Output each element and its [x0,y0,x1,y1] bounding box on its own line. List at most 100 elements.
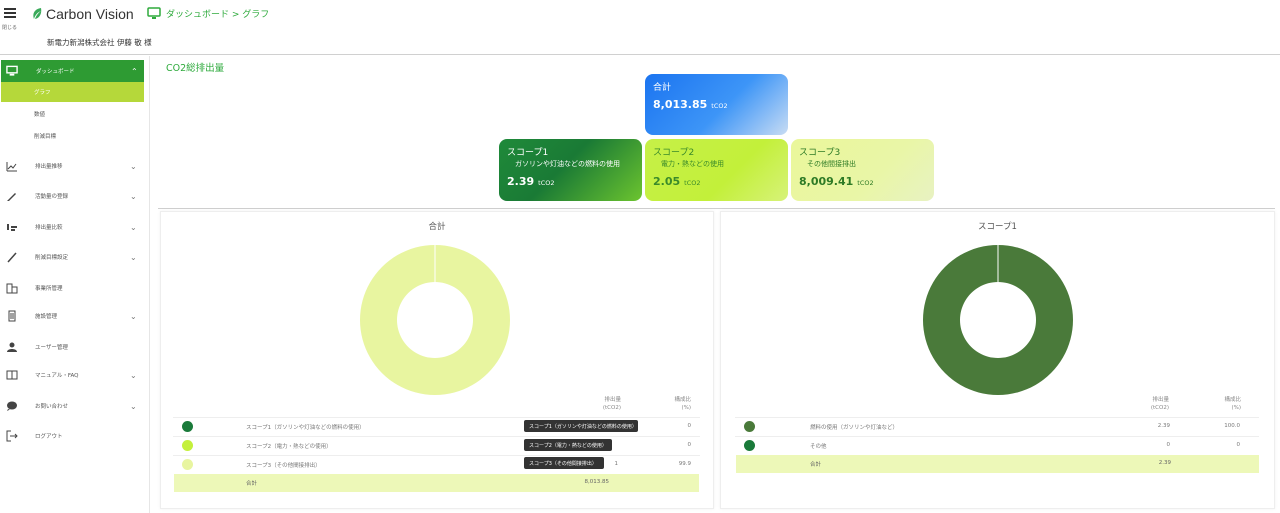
column-header-emission: 排出量 (tCO2) [1129,396,1169,412]
menu-icon-bar [4,12,16,14]
card-unit: tCO2 [684,179,701,187]
total-value: 2.39 [1158,460,1171,466]
chevron-down-icon: ⌄ [130,252,137,262]
legend-dot [744,421,755,432]
logout-icon [6,430,18,442]
breadcrumb: ダッシュボード > グラフ [147,7,269,20]
sidebar-item-label: 活動量の登録 [35,194,69,200]
sidebar-item-contact[interactable]: お問い合わせ ⌄ [0,395,150,417]
sidebar-subitem-values[interactable]: 数値 [1,104,144,124]
sidebar-item-manual[interactable]: マニュアル・FAQ ⌄ [0,364,150,386]
column-header-unit: (tCO2) [1150,405,1169,411]
page-title: CO2総排出量 [166,63,225,74]
scope3-card[interactable]: スコープ3 その他間接排出 8,009.41 tCO2 [791,139,934,201]
chevron-down-icon: ⌄ [130,370,137,380]
column-header-label: 排出量 [1152,397,1169,403]
sidebar-subitem-label: 数値 [34,112,46,118]
row-emission: 2.39 [1157,423,1170,429]
total-row: 合計 2.39 [736,455,1259,473]
book-icon [6,369,18,381]
column-header-label: 構成比 [1224,397,1241,403]
legend-dot [182,459,193,470]
card-unit: tCO2 [857,179,874,187]
line-chart-icon [6,160,18,172]
legend-dot [182,421,193,432]
sidebar-item-label: お問い合わせ [35,404,69,410]
buildings-icon [6,282,18,294]
scope2-card[interactable]: スコープ2 電力・熱などの使用 2.05 tCO2 [645,139,788,201]
organization-name: 新電力新潟株式会社 伊藤 敬 様 [47,38,152,47]
card-subtitle: その他間接排出 [807,160,856,168]
card-value: 2.05 [653,175,681,188]
sidebar-item-dashboard[interactable]: ダッシュボード ⌃ [1,60,144,82]
app-logo[interactable]: Carbon Vision [32,6,134,22]
app-name: Carbon Vision [46,6,134,22]
row-label: その他 [810,444,827,450]
card-subtitle: ガソリンや灯油などの燃料の使用 [515,160,620,168]
total-row: 合計 8,013.85 [174,474,699,492]
card-value: 8,013.85 [653,98,708,111]
table-row[interactable]: スコープ2（電力・熱などの使用） 0 [173,436,700,454]
table-row[interactable]: その他 0 0 [735,436,1259,454]
sidebar-item-comparison[interactable]: 排出量比較 ⌄ [0,216,150,238]
sidebar-subitem-label: グラフ [34,90,51,96]
sidebar-item-offices[interactable]: 事業所管理 [0,277,150,299]
sidebar-item-emission-trend[interactable]: 排出量推移 ⌄ [0,155,150,177]
sidebar-item-activity-input[interactable]: 活動量の登録 ⌄ [0,185,150,207]
chevron-down-icon: ⌄ [130,222,137,232]
chevron-down-icon: ⌄ [130,161,137,171]
sidebar-item-label: 施設管理 [35,314,58,320]
card-title: スコープ2 [653,148,695,158]
sidebar-item-reduction-target[interactable]: 削減目標設定 ⌄ [0,246,150,268]
menu-caption: 閉じる [2,25,18,31]
card-value: 2.39 [507,175,535,188]
total-value: 8,013.85 [584,479,610,485]
section-divider [158,208,1275,209]
chevron-down-icon: ⌄ [130,311,137,321]
row-label: スコープ3（その他間接排出） [246,463,321,469]
top-bar: 閉じる Carbon Vision ダッシュボード > グラフ 新電力新潟株式会… [0,0,1280,55]
sidebar-item-facilities[interactable]: 施設管理 ⌄ [0,305,150,327]
row-ratio: 0 [687,423,692,429]
sidebar-item-logout[interactable]: ログアウト [0,425,150,447]
card-title: スコープ1 [507,148,549,158]
hamburger-menu-button[interactable] [4,6,20,26]
legend-dot [182,440,193,451]
row-emission: 0 [1166,442,1171,448]
sidebar-item-label: 削減目標設定 [35,255,69,261]
total-emission-card[interactable]: 合計 8,013.85 tCO2 [645,74,788,135]
card-title: スコープ3 [799,148,841,158]
chevron-down-icon: ⌄ [130,401,137,411]
sidebar-item-users[interactable]: ユーザー管理 [0,336,150,358]
sidebar-item-label: ダッシュボード [36,69,75,75]
scope1-card[interactable]: スコープ1 ガソリンや灯油などの燃料の使用 2.39 tCO2 [499,139,642,201]
building-icon [6,310,18,322]
card-unit: tCO2 [538,179,555,187]
sidebar-subitem-graph[interactable]: グラフ [1,82,144,102]
chat-icon [6,400,18,412]
table-row[interactable]: スコープ3（その他間接排出） 1 99.9 [173,455,700,473]
row-ratio: 0 [687,442,692,448]
legend-dot [744,440,755,451]
tooltip: スコープ3（その他間接排出） [524,457,604,469]
card-title: 合計 [653,83,672,93]
card-value: 8,009.41 [799,175,854,188]
monitor-icon [147,7,161,19]
total-label: 合計 [246,481,258,487]
table-row[interactable]: 燃料の使用（ガソリンや灯油など） 2.39 100.0 [735,417,1259,435]
scope1-breakdown-panel: スコープ1 排出量 (tCO2) 構成比 (%) 燃料の使用（ガソリンや灯油など… [720,211,1275,509]
card-subtitle: 電力・熱などの使用 [661,160,724,168]
tooltip: スコープ2（電力・熱などの使用） [524,439,612,451]
column-header-label: 構成比 [674,397,691,403]
menu-icon-bar [4,16,16,18]
sidebar: ダッシュボード ⌃ グラフ 数値 削減目標 排出量推移 ⌄ 活動量の登録 ⌄ 排… [0,56,150,513]
sidebar-item-label: 事業所管理 [35,286,63,292]
chevron-up-icon: ⌃ [131,66,138,76]
leaf-logo-icon [33,8,42,19]
sidebar-subitem-targets[interactable]: 削減目標 [1,126,144,146]
row-ratio: 0 [1236,442,1241,448]
panel-title: スコープ1 [978,222,1017,232]
column-header-ratio: 構成比 (%) [651,396,691,412]
sidebar-item-label: マニュアル・FAQ [35,373,79,379]
tooltip: スコープ1（ガソリンや灯油などの燃料の使用） [524,420,638,432]
